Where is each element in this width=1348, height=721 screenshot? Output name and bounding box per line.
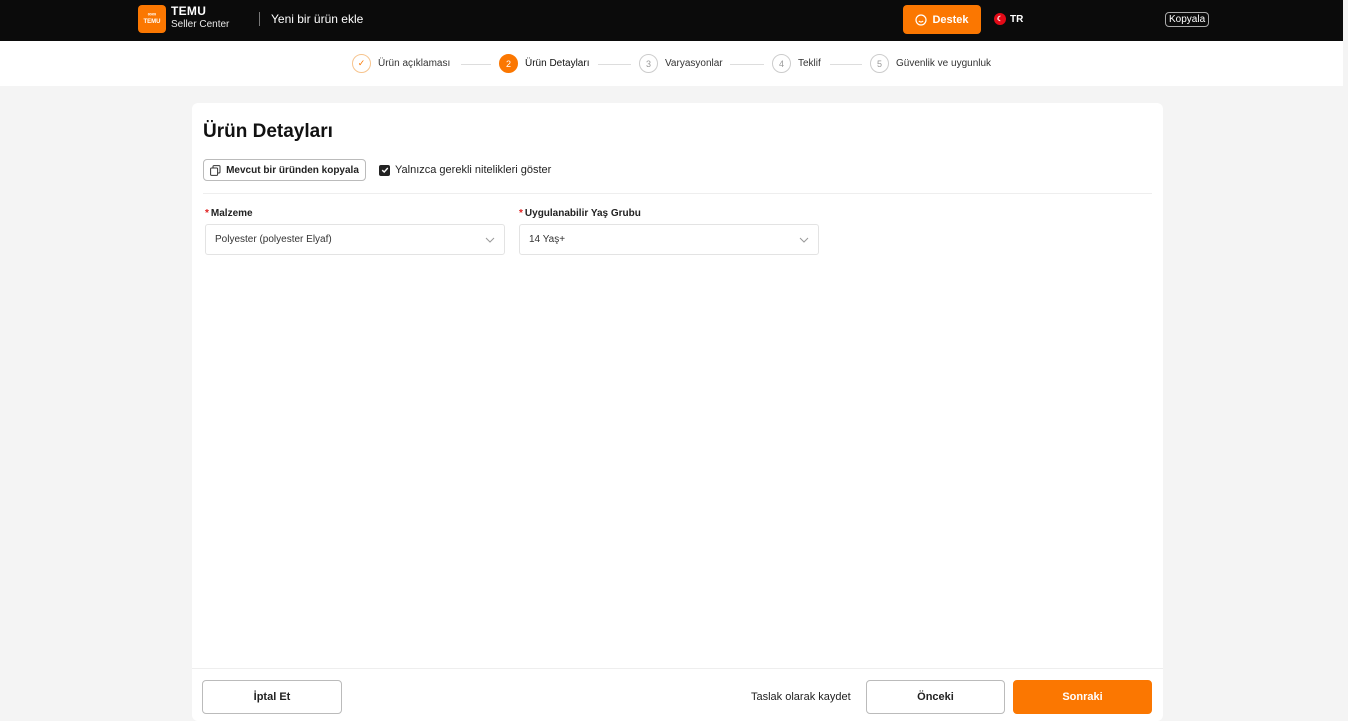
save-draft-button[interactable]: Taslak olarak kaydet — [751, 691, 851, 703]
section-title: Ürün Detayları — [203, 121, 333, 142]
age-group-select[interactable]: 14 Yaş+ — [519, 224, 819, 255]
step-safety-compliance[interactable]: 5 Güvenlik ve uygunluk — [870, 54, 991, 73]
page-title: Yeni bir ürün ekle — [271, 12, 364, 26]
age-group-label-text: Uygulanabilir Yaş Grubu — [524, 208, 641, 219]
required-only-toggle[interactable]: Yalnızca gerekli nitelikleri göster — [379, 164, 551, 176]
product-details-card: Ürün Detayları Mevcut bir üründen kopyal… — [192, 103, 1163, 721]
step-label: Varyasyonlar — [665, 58, 723, 69]
checkmark-icon — [381, 167, 388, 173]
step-offer[interactable]: 4 Teklif — [772, 54, 821, 73]
step-label: Güvenlik ve uygunluk — [896, 58, 992, 69]
required-only-label: Yalnızca gerekli nitelikleri göster — [395, 164, 552, 176]
step-connector — [461, 64, 491, 65]
step-number: 3 — [639, 54, 658, 73]
step-connector — [730, 64, 764, 65]
step-number: 5 — [870, 54, 889, 73]
step-label: Teklif — [798, 58, 821, 69]
step-variations[interactable]: 3 Varyasyonlar — [639, 54, 723, 73]
next-button[interactable]: Sonraki — [1013, 680, 1152, 714]
turkey-flag-icon: ☾ — [994, 13, 1006, 25]
logo-mark: ∞∞ — [147, 12, 157, 18]
step-label: Ürün Detayları — [525, 58, 590, 69]
section-divider — [203, 193, 1152, 194]
logo-word: TEMU — [143, 19, 161, 25]
chevron-down-icon — [799, 237, 809, 243]
step-connector — [598, 64, 631, 65]
language-selector[interactable]: ☾ TR — [994, 13, 1023, 25]
cancel-button[interactable]: İptal Et — [202, 680, 342, 714]
required-asterisk: * — [519, 208, 523, 219]
brand: TEMU Seller Center — [171, 5, 229, 31]
material-value: Polyester (polyester Elyaf) — [215, 234, 332, 245]
smile-icon — [915, 13, 928, 26]
copy-button[interactable]: Kopyala — [1165, 12, 1210, 27]
brand-subtitle: Seller Center — [171, 19, 230, 30]
age-group-value: 14 Yaş+ — [529, 234, 566, 245]
step-check-icon: ✓ — [352, 54, 371, 73]
step-number: 4 — [772, 54, 791, 73]
footer-divider — [192, 668, 1163, 669]
material-select[interactable]: Polyester (polyester Elyaf) — [205, 224, 505, 255]
step-connector — [830, 64, 862, 65]
copy-from-product-label: Mevcut bir üründen kopyala — [226, 164, 359, 176]
temu-logo-icon[interactable]: ∞∞ TEMU — [138, 5, 166, 33]
step-product-details[interactable]: 2 Ürün Detayları — [499, 54, 589, 73]
age-group-label: * Uygulanabilir Yaş Grubu — [519, 208, 641, 219]
progress-stepper: ✓ Ürün açıklaması 2 Ürün Detayları 3 Var… — [0, 41, 1343, 86]
step-product-description[interactable]: ✓ Ürün açıklaması — [352, 54, 450, 73]
support-label: Destek — [932, 13, 969, 26]
brand-name: TEMU — [171, 4, 207, 18]
support-button[interactable]: Destek — [903, 5, 981, 34]
required-only-checkbox[interactable] — [379, 164, 390, 176]
copy-icon — [210, 164, 221, 176]
previous-button[interactable]: Önceki — [866, 680, 1005, 714]
header-divider — [259, 12, 260, 26]
required-asterisk: * — [205, 208, 209, 219]
step-label: Ürün açıklaması — [378, 58, 451, 69]
language-code: TR — [1010, 13, 1024, 25]
top-bar: ∞∞ TEMU TEMU Seller Center Yeni bir ürün… — [0, 0, 1343, 41]
material-label: * Malzeme — [205, 208, 253, 219]
chevron-down-icon — [485, 237, 495, 243]
material-label-text: Malzeme — [210, 208, 253, 219]
step-number: 2 — [499, 54, 518, 73]
copy-from-product-button[interactable]: Mevcut bir üründen kopyala — [203, 159, 366, 181]
